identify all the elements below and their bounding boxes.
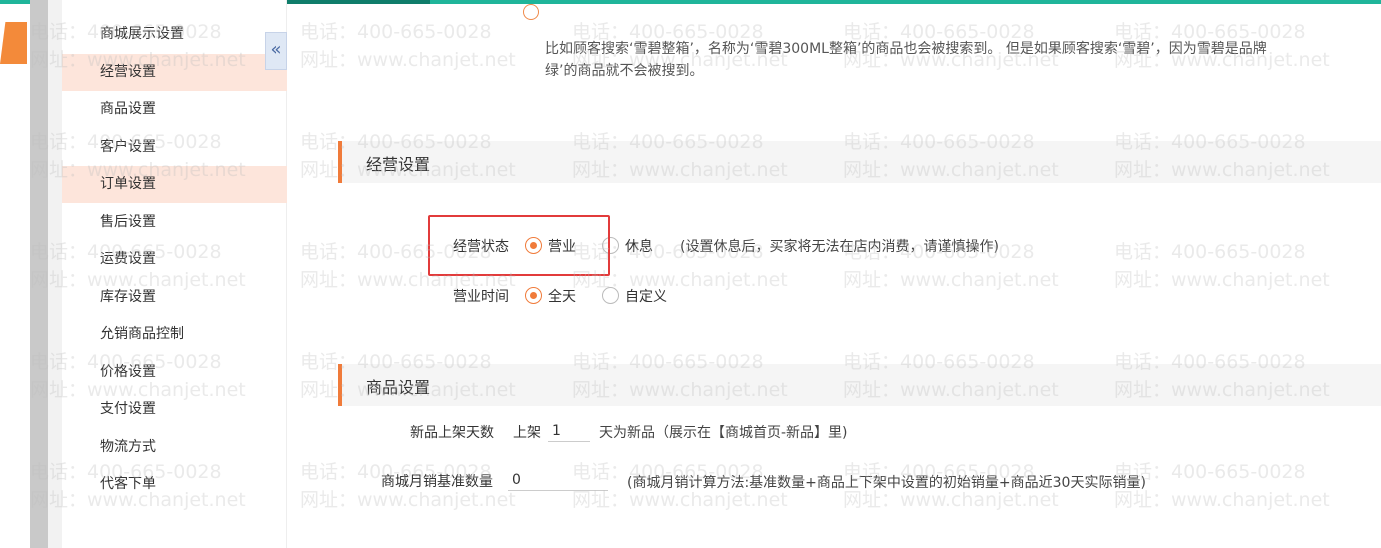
monthly-sales-label: 商城月销基准数量 bbox=[381, 474, 493, 490]
sidebar-item-shipping-fee[interactable]: 运费设置 bbox=[62, 241, 287, 278]
status-rest-label[interactable]: 休息 bbox=[625, 236, 653, 256]
business-section-title: 经营设置 bbox=[366, 155, 431, 174]
hours-allday-radio[interactable] bbox=[525, 287, 542, 304]
product-section-title: 商品设置 bbox=[366, 378, 431, 397]
hours-custom-radio[interactable] bbox=[602, 287, 619, 304]
new-days-suffix: 天为新品（展示在【商城首页-新品】里) bbox=[599, 425, 848, 441]
sidebar-item-mall-display[interactable]: 商城展示设置 bbox=[62, 16, 287, 53]
settings-sidebar: 商城展示设置 经营设置 商品设置 客户设置 订单设置 售后设置 运费设置 库存设… bbox=[62, 0, 287, 548]
sidebar-item-payment[interactable]: 支付设置 bbox=[62, 391, 287, 428]
hours-allday-label[interactable]: 全天 bbox=[548, 286, 576, 306]
sidebar-item-product[interactable]: 商品设置 bbox=[62, 91, 287, 128]
sidebar-item-after-sales[interactable]: 售后设置 bbox=[62, 204, 287, 241]
intro-text-line2: 绿’的商品就不会被搜到。 bbox=[545, 63, 704, 79]
status-hint: (设置休息后，买家将无法在店内消费，请谨慎操作) bbox=[680, 239, 999, 255]
product-section-header: 商品设置 bbox=[338, 364, 1381, 406]
sidebar-item-inventory[interactable]: 库存设置 bbox=[62, 279, 287, 316]
double-chevron-left-icon: « bbox=[270, 39, 282, 60]
left-gutter bbox=[48, 0, 62, 548]
business-section-header: 经营设置 bbox=[338, 141, 1381, 183]
sidebar-item-business[interactable]: 经营设置 bbox=[62, 54, 287, 91]
new-days-label: 新品上架天数 bbox=[410, 425, 494, 441]
monthly-sales-input[interactable] bbox=[508, 469, 608, 491]
hours-custom-label[interactable]: 自定义 bbox=[625, 286, 667, 306]
highlight-box bbox=[428, 215, 610, 276]
monthly-sales-hint: (商城月销计算方法:基准数量+商品上下架中设置的初始销量+商品近30天实际销量) bbox=[627, 475, 1146, 491]
sidebar-collapse-button[interactable]: « bbox=[265, 32, 287, 70]
new-days-input[interactable] bbox=[548, 420, 590, 442]
sidebar-item-allowed-products[interactable]: 允销商品控制 bbox=[62, 316, 287, 353]
left-scroll-strip bbox=[30, 0, 48, 548]
new-days-prefix: 上架 bbox=[513, 425, 541, 441]
business-hours-label: 营业时间 bbox=[453, 289, 509, 305]
sidebar-item-order[interactable]: 订单设置 bbox=[62, 166, 287, 203]
sidebar-item-proxy-order[interactable]: 代客下单 bbox=[62, 466, 287, 503]
sidebar-item-customer[interactable]: 客户设置 bbox=[62, 129, 287, 166]
left-orange-tab[interactable] bbox=[0, 22, 27, 64]
intro-radio-partial bbox=[523, 4, 539, 20]
sidebar-item-logistics[interactable]: 物流方式 bbox=[62, 429, 287, 466]
intro-text-line1: 比如顾客搜索‘雪碧整箱’，名称为‘雪碧300ML整箱’的商品也会被搜索到。 但是… bbox=[545, 41, 1267, 57]
sidebar-item-price[interactable]: 价格设置 bbox=[62, 354, 287, 391]
